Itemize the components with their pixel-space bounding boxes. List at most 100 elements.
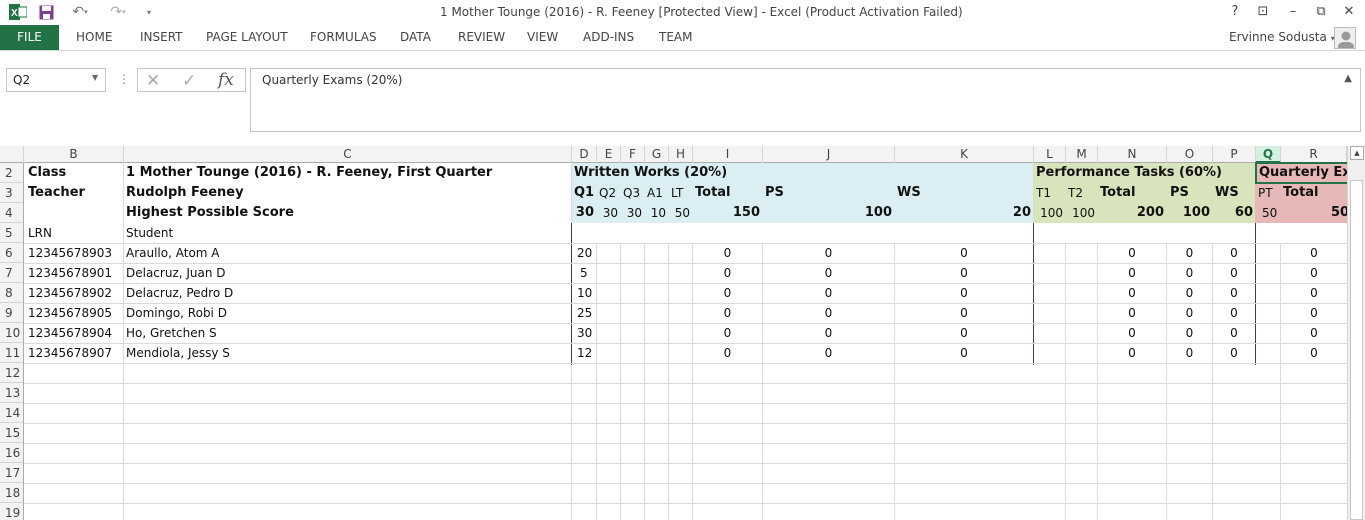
cell-qe-total[interactable]: 0 — [1281, 263, 1347, 283]
name-box-dropdown-icon[interactable]: ▼ — [92, 73, 98, 82]
row-header[interactable]: 4 — [0, 203, 23, 223]
customize-quick-access-icon[interactable]: ▾ — [142, 3, 156, 21]
cell-student-name[interactable]: Ho, Gretchen S — [126, 323, 217, 343]
cell-header-ws[interactable]: WS — [897, 183, 921, 203]
row-header[interactable]: 9 — [0, 303, 23, 323]
user-account[interactable]: Ervinne Sodusta ▾ — [1229, 30, 1335, 44]
cell-pt-ps[interactable]: 0 — [1167, 283, 1212, 303]
cell-header-q3[interactable]: Q3 — [623, 183, 640, 203]
undo-icon[interactable]: ↶ ▾ — [66, 3, 94, 21]
cell-pt-ps[interactable]: 0 — [1167, 303, 1212, 323]
row-header[interactable]: 14 — [0, 403, 23, 423]
cell-hps-q3[interactable]: 30 — [621, 203, 642, 223]
cell-pt-ps[interactable]: 0 — [1167, 243, 1212, 263]
scrollbar-thumb[interactable] — [1350, 180, 1363, 520]
cell-hps-qe-pt[interactable]: 50 — [1262, 203, 1277, 223]
cell-pt-total[interactable]: 0 — [1098, 283, 1166, 303]
column-header-selected[interactable]: Q — [1256, 146, 1281, 163]
column-header[interactable]: D — [572, 146, 597, 163]
maximize-button[interactable]: ⧉ — [1310, 2, 1332, 22]
select-all-corner[interactable] — [0, 146, 24, 163]
cell-ww-ws[interactable]: 0 — [895, 243, 1033, 263]
tab-formulas[interactable]: FORMULAS — [310, 30, 377, 44]
cell-pt-total[interactable]: 0 — [1098, 323, 1166, 343]
cell-ww-total[interactable]: 0 — [693, 243, 762, 263]
cell-class-label[interactable]: Class — [28, 163, 66, 183]
tab-review[interactable]: REVIEW — [458, 30, 505, 44]
row-header[interactable]: 6 — [0, 243, 23, 263]
cell-ww-ps[interactable]: 0 — [763, 243, 894, 263]
cell-pt-ps[interactable]: 0 — [1167, 323, 1212, 343]
formula-input[interactable]: Quarterly Exams (20%) ▲ — [250, 68, 1361, 132]
cell-hps-pt-ws[interactable]: 60 — [1213, 203, 1253, 223]
cell-header-total[interactable]: Total — [695, 183, 731, 203]
tab-home[interactable]: HOME — [76, 30, 112, 44]
cell-ww-total[interactable]: 0 — [693, 323, 762, 343]
cell-ww-ps[interactable]: 0 — [763, 263, 894, 283]
cell-header-t2[interactable]: T2 — [1068, 183, 1083, 203]
cell-pt-ws[interactable]: 0 — [1213, 243, 1255, 263]
cell-header-lt[interactable]: LT — [671, 183, 683, 203]
row-header[interactable]: 10 — [0, 323, 23, 343]
cell-q1-score[interactable]: 10 — [577, 283, 592, 303]
cell-student-name[interactable]: Domingo, Robi D — [126, 303, 227, 323]
cell-header-a1[interactable]: A1 — [647, 183, 663, 203]
cell-lrn[interactable]: 12345678903 — [28, 243, 112, 263]
cell-pt-total[interactable]: 0 — [1098, 243, 1166, 263]
cell-hps-pt-ps[interactable]: 100 — [1167, 203, 1210, 223]
cell-ww-total[interactable]: 0 — [693, 263, 762, 283]
tab-view[interactable]: VIEW — [527, 30, 558, 44]
scroll-up-icon[interactable]: ▲ — [1350, 146, 1364, 160]
ribbon-display-options-button[interactable]: ⊡ — [1252, 2, 1274, 22]
cell-teacher-label[interactable]: Teacher — [28, 183, 85, 203]
insert-function-icon[interactable]: fx — [218, 70, 234, 90]
tab-insert[interactable]: INSERT — [140, 30, 183, 44]
cell-header-q1[interactable]: Q1 — [574, 183, 594, 203]
cell-q1-score[interactable]: 25 — [577, 303, 592, 323]
row-header[interactable]: 2 — [0, 163, 23, 183]
row-header[interactable]: 3 — [0, 183, 23, 203]
column-header[interactable]: I — [693, 146, 763, 163]
cell-hps-a1[interactable]: 10 — [645, 203, 666, 223]
cell-lrn[interactable]: 12345678904 — [28, 323, 112, 343]
cell-header-qe-total[interactable]: Total — [1283, 183, 1319, 203]
cell-lrn[interactable]: 12345678907 — [28, 343, 112, 363]
cell-ww-ps[interactable]: 0 — [763, 323, 894, 343]
name-box[interactable]: Q2 — [6, 68, 106, 92]
column-header[interactable]: F — [621, 146, 645, 163]
cell-pt-total[interactable]: 0 — [1098, 343, 1166, 363]
cell-ww-ws[interactable]: 0 — [895, 283, 1033, 303]
cell-q1-score[interactable]: 5 — [580, 263, 588, 283]
cell-student-name[interactable]: Delacruz, Pedro D — [126, 283, 233, 303]
cell-header-pt-ws[interactable]: WS — [1215, 183, 1239, 203]
cell-qe-total[interactable]: 0 — [1281, 283, 1347, 303]
row-header[interactable]: 12 — [0, 363, 23, 383]
cell-hps-t1[interactable]: 100 — [1034, 203, 1063, 223]
column-header[interactable]: L — [1034, 146, 1066, 163]
cell-pt-ws[interactable]: 0 — [1213, 263, 1255, 283]
cell-hps-q2[interactable]: 30 — [597, 203, 618, 223]
cell-header-qe-pt[interactable]: PT — [1258, 183, 1273, 203]
cell-ww-ps[interactable]: 0 — [763, 283, 894, 303]
cell-q1-score[interactable]: 30 — [577, 323, 592, 343]
column-header[interactable]: C — [124, 146, 572, 163]
column-header[interactable]: O — [1167, 146, 1213, 163]
tab-data[interactable]: DATA — [400, 30, 431, 44]
cell-pt-ws[interactable]: 0 — [1213, 283, 1255, 303]
cell-hps-pt-total[interactable]: 200 — [1098, 203, 1164, 223]
row-header[interactable]: 7 — [0, 263, 23, 283]
cell-qe-total[interactable]: 0 — [1281, 303, 1347, 323]
cell-student-name[interactable]: Araullo, Atom A — [126, 243, 220, 263]
cell-hps-total[interactable]: 150 — [693, 203, 760, 223]
cell-pt-ps[interactable]: 0 — [1167, 263, 1212, 283]
cell-q1-score[interactable]: 12 — [577, 343, 592, 363]
help-button[interactable]: ? — [1224, 2, 1246, 22]
column-header[interactable]: G — [645, 146, 669, 163]
cell-header-t1[interactable]: T1 — [1036, 183, 1051, 203]
cell-hps-q1[interactable]: 30 — [572, 203, 594, 223]
avatar[interactable] — [1334, 27, 1356, 49]
cell-ww-ws[interactable]: 0 — [895, 303, 1033, 323]
enter-icon[interactable]: ✓ — [182, 71, 196, 91]
cell-ww-ws[interactable]: 0 — [895, 323, 1033, 343]
cell-header-ps[interactable]: PS — [765, 183, 784, 203]
